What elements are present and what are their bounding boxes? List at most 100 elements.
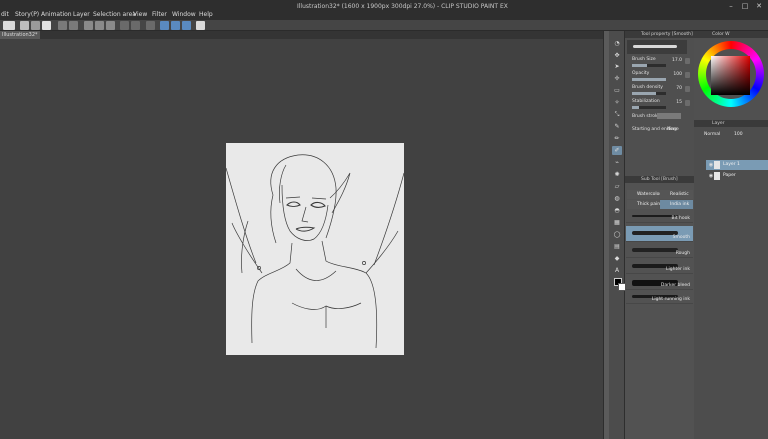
brush-rough[interactable]: Rough (626, 244, 693, 258)
brush-smooth[interactable]: Smooth (626, 226, 693, 242)
layer-panel: Layer Normal 100 ◉ Layer 1 ◉ Paper (694, 120, 768, 439)
snap-ruler-icon[interactable] (160, 21, 169, 30)
minimize-button[interactable]: – (726, 2, 736, 10)
eraser-tool-icon[interactable]: ▱ (612, 182, 622, 191)
stabilization-label: Stabilization (632, 99, 660, 104)
tab-realistic[interactable]: Realistic (660, 190, 693, 199)
brush-light-running-ink[interactable]: Light running ink (626, 292, 693, 304)
brush-density-spinner[interactable] (685, 86, 690, 92)
ruler-tool-icon[interactable]: ◆ (612, 254, 622, 263)
clip-studio-window: Illustration32* (1600 x 1900px 300dpi 27… (0, 0, 768, 439)
brush-lighter-ink[interactable]: Lighter ink (626, 260, 693, 274)
open-icon[interactable] (31, 21, 40, 30)
brush-density-value[interactable]: 70 (665, 86, 682, 91)
saturation-value-square[interactable] (711, 56, 750, 95)
opacity-slider[interactable] (632, 78, 666, 81)
layer-opacity-value[interactable]: 100 (734, 132, 743, 137)
new-icon[interactable] (20, 21, 29, 30)
document-tab[interactable]: Illustration32* (0, 31, 40, 39)
selection-tool-icon[interactable]: ▭ (612, 86, 622, 95)
menu-animation[interactable]: Animation (41, 11, 72, 18)
clear-icon[interactable] (84, 21, 93, 30)
stabilization-spinner[interactable] (685, 100, 690, 106)
layer-row-layer-1[interactable]: ◉ Layer 1 (706, 160, 768, 170)
tab-thick-paint[interactable]: Thick paint (627, 200, 662, 209)
menu-window[interactable]: Window (172, 11, 196, 18)
brush-stroke-label: Brush stroke (632, 114, 661, 119)
brush-size-label: Brush Size (632, 57, 656, 62)
brush-size-value[interactable]: 17.0 (665, 58, 682, 63)
deselect-icon[interactable] (120, 21, 129, 30)
close-button[interactable]: ✕ (754, 2, 764, 10)
tab-india-ink[interactable]: India ink (660, 200, 693, 209)
maximize-button[interactable]: □ (740, 2, 750, 10)
tool-bar: ◔ ✥ ➤ ✢ ▭ ✧ ⤡ ✎ ✏ ✐ ⌁ ✺ ▱ ◍ ◓ ▦ ◯ ▤ ◆ A (609, 31, 625, 439)
canvas-paper[interactable] (225, 143, 405, 355)
tab-watercolor[interactable]: Watercolor (627, 190, 661, 199)
stabilization-value[interactable]: 15 (665, 100, 682, 105)
brush-tool-icon[interactable]: ✐ (612, 146, 622, 155)
zoom-tool-icon[interactable]: ◔ (612, 39, 622, 48)
snap-icon[interactable] (146, 21, 155, 30)
blend-tool-icon[interactable]: ◍ (612, 194, 622, 203)
figure-tool-icon[interactable]: ◯ (612, 230, 622, 239)
move-tool-icon[interactable]: ✥ (612, 51, 622, 60)
menu-selection-area[interactable]: Selection area (93, 11, 136, 18)
brush-bit-hook[interactable]: Bit hook (626, 212, 693, 223)
brush-stroke-selector[interactable] (657, 113, 681, 119)
layer-panel-tab[interactable]: Layer (694, 120, 768, 127)
menu-view[interactable]: View (133, 11, 147, 18)
layer-row-paper[interactable]: ◉ Paper (706, 171, 768, 181)
opacity-value[interactable]: 100 (665, 72, 682, 77)
auto-select-icon[interactable]: ✧ (612, 98, 622, 107)
menu-bar: Illustration32* (1600 x 1900px 300dpi 27… (0, 0, 768, 20)
color-panel-tab[interactable]: Color W (694, 31, 768, 38)
sub-tool-panel: Sub Tool [Brush] Watercolor Realistic Th… (625, 176, 694, 439)
airbrush-tool-icon[interactable]: ⌁ (612, 158, 622, 167)
brush-density-label: Brush density (632, 85, 663, 90)
layer-thumbnail (714, 172, 720, 180)
starting-ending-value[interactable]: None (667, 127, 679, 132)
assets-icon[interactable] (196, 21, 205, 30)
operation-tool-icon[interactable]: ➤ (612, 62, 622, 71)
menu-filter[interactable]: Filter (152, 11, 167, 18)
eyedropper-icon[interactable]: ⤡ (612, 110, 622, 119)
fairy-sketch (225, 154, 405, 349)
clip-studio-icon[interactable] (3, 21, 15, 30)
save-icon[interactable] (42, 21, 51, 30)
brush-size-spinner[interactable] (685, 58, 690, 64)
stabilization-slider[interactable] (632, 106, 666, 109)
menu-story[interactable]: Story(P) (15, 11, 39, 18)
brush-density-slider[interactable] (632, 92, 666, 95)
brush-preview (627, 40, 687, 54)
tool-property-panel: Tool property [Smooth] Brush Size 17.0 O… (625, 31, 694, 176)
fill-tool-icon[interactable]: ◓ (612, 206, 622, 215)
pen-tool-icon[interactable]: ✎ (612, 122, 622, 131)
frame-tool-icon[interactable]: ▤ (612, 242, 622, 251)
fill-icon[interactable] (95, 21, 104, 30)
snap-grid-icon[interactable] (171, 21, 180, 30)
gradient-tool-icon[interactable]: ▦ (612, 218, 622, 227)
text-tool-icon[interactable]: A (612, 266, 622, 275)
blend-mode-select[interactable]: Normal (704, 132, 720, 137)
opacity-label: Opacity (632, 71, 650, 76)
decoration-tool-icon[interactable]: ✺ (612, 170, 622, 179)
redo-icon[interactable] (69, 21, 78, 30)
command-bar (0, 20, 768, 31)
menu-layer[interactable]: Layer (73, 11, 90, 18)
snap-special-ruler-icon[interactable] (182, 21, 191, 30)
invert-selection-icon[interactable] (131, 21, 140, 30)
layer-thumbnail (714, 161, 720, 169)
move-layer-icon[interactable]: ✢ (612, 74, 622, 83)
menu-help[interactable]: Help (199, 11, 213, 18)
tool-property-header: Tool property [Smooth] (625, 31, 694, 38)
pencil-tool-icon[interactable]: ✏ (612, 134, 622, 143)
menu-edit[interactable]: dit (1, 11, 9, 18)
window-title: Illustration32* (1600 x 1900px 300dpi 27… (297, 3, 508, 10)
brush-size-slider[interactable] (632, 64, 666, 67)
undo-icon[interactable] (58, 21, 67, 30)
opacity-spinner[interactable] (685, 72, 690, 78)
transform-icon[interactable] (106, 21, 115, 30)
sub-tool-header: Sub Tool [Brush] (625, 176, 694, 183)
brush-darker-bleed[interactable]: Darker bleed (626, 276, 693, 290)
